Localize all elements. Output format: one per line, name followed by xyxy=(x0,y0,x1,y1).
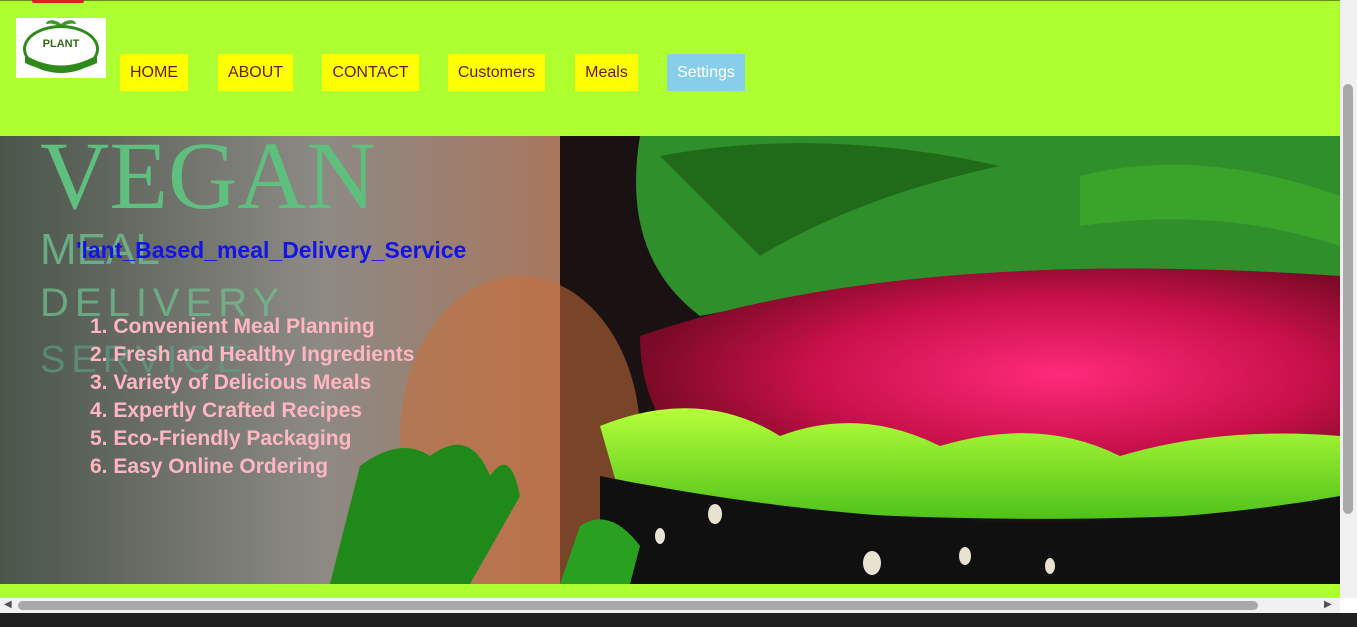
nav-customers-button[interactable]: Customers xyxy=(448,54,545,91)
feature-item: 5. Eco-Friendly Packaging xyxy=(90,427,352,450)
scroll-left-arrow-icon[interactable]: ◀ xyxy=(4,600,12,610)
nav-home-button[interactable]: HOME xyxy=(120,54,188,91)
nav-settings-button[interactable]: Settings xyxy=(667,54,745,91)
vertical-scrollbar[interactable] xyxy=(1340,0,1357,598)
plant-based-logo[interactable]: PLANT BASED xyxy=(16,18,106,78)
horizontal-scrollbar[interactable]: ◀ ▶ xyxy=(0,598,1340,613)
scroll-right-arrow-icon[interactable]: ▶ xyxy=(1324,600,1332,610)
logo-text-line1: PLANT xyxy=(43,38,80,50)
feature-item: 3. Variety of Delicious Meals xyxy=(90,371,372,394)
hero-title: 'lant_Based_meal_Delivery_Service xyxy=(76,237,467,263)
feature-list: 1. Convenient Meal Planning 2. Fresh and… xyxy=(90,313,414,481)
red-tab-marker xyxy=(32,0,84,3)
browser-viewport: PLANT BASED HOME ABOUT CONTACT Customers… xyxy=(0,0,1357,627)
nav-meals-button[interactable]: Meals xyxy=(575,54,638,91)
taskbar-strip xyxy=(0,613,1357,627)
page: PLANT BASED HOME ABOUT CONTACT Customers… xyxy=(0,0,1340,600)
logo-text-line2: BASED xyxy=(43,54,78,65)
feature-item: 4. Expertly Crafted Recipes xyxy=(90,399,362,422)
image-text-vegan: VEGAN xyxy=(40,136,376,229)
horizontal-scrollbar-thumb[interactable] xyxy=(18,601,1258,610)
nav-about-button[interactable]: ABOUT xyxy=(218,54,293,91)
nav-contact-button[interactable]: CONTACT xyxy=(322,54,419,91)
feature-item: 2. Fresh and Healthy Ingredients xyxy=(90,343,415,366)
vertical-scrollbar-thumb[interactable] xyxy=(1343,84,1353,514)
feature-item: 6. Easy Online Ordering xyxy=(90,455,329,478)
top-border xyxy=(0,0,1340,1)
feature-item: 1. Convenient Meal Planning xyxy=(90,315,375,338)
